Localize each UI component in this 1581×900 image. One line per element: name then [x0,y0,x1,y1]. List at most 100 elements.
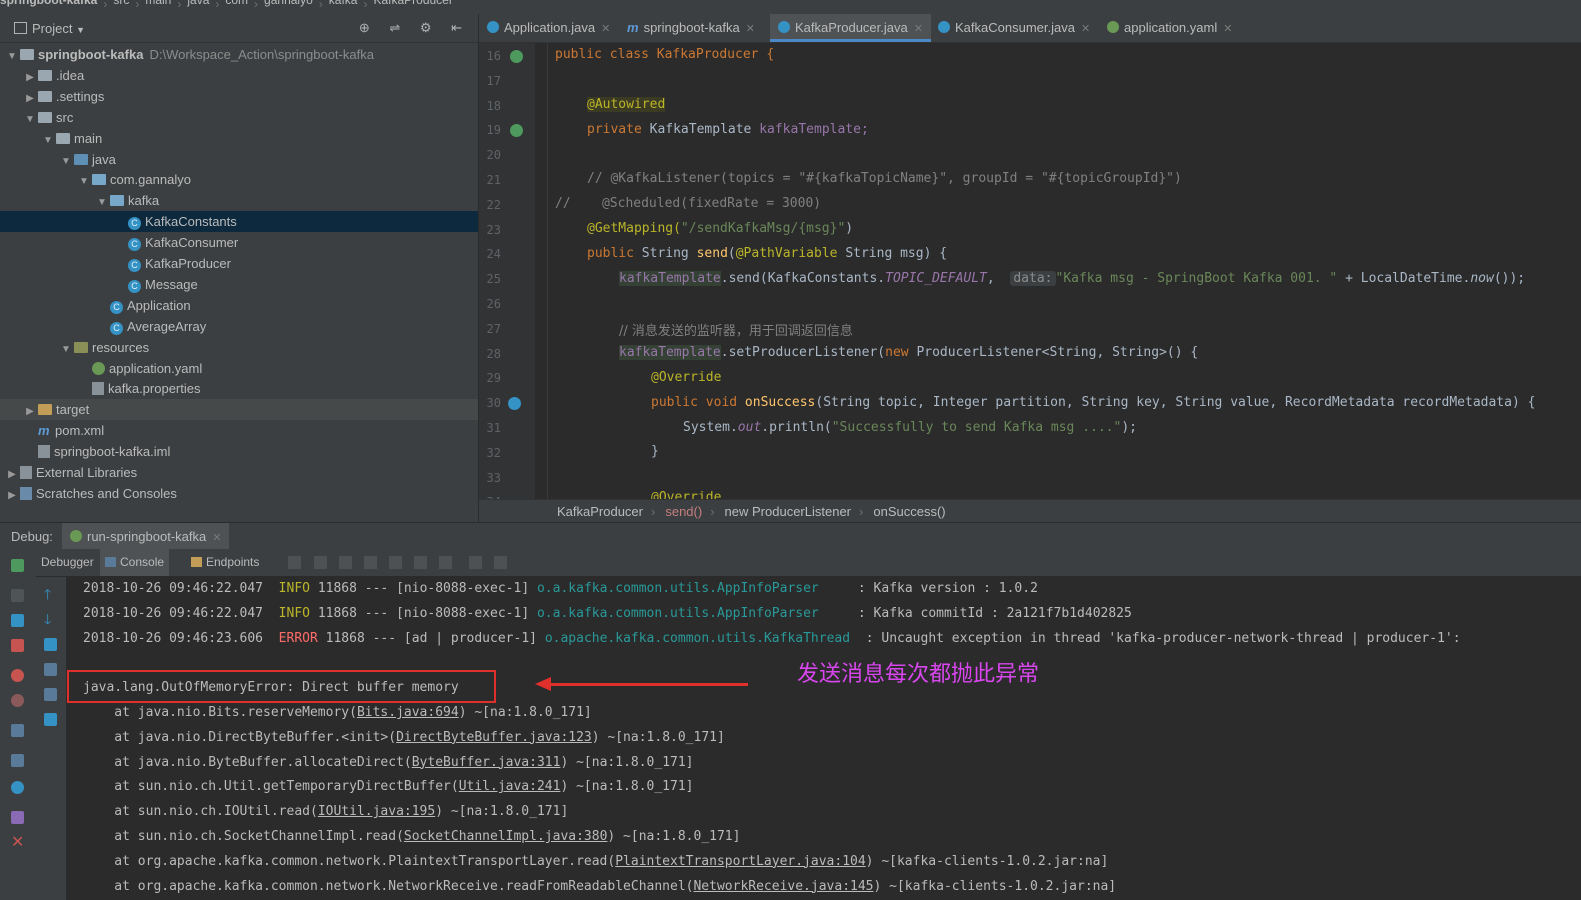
step-button-icon[interactable] [389,556,402,569]
tree-item[interactable]: m pom.xml [0,420,478,441]
up-arrow-icon[interactable]: 🡑 [44,587,57,601]
navbar-item[interactable]: kafka [329,0,358,6]
soft-wrap-icon[interactable] [44,638,57,651]
close-icon[interactable]: ✕ [914,23,923,35]
source-link[interactable]: SocketChannelImpl.java:380 [404,829,608,844]
tree-item[interactable]: C Message [0,274,478,295]
tree-item[interactable]: C Application [0,295,478,316]
tree-item[interactable]: application.yaml [0,358,478,379]
tree-item[interactable]: ▼ springboot-kafka D:\Workspace_Action\spr… [0,44,478,65]
step-button-icon[interactable] [414,556,427,569]
navbar-item[interactable]: KafkaProducer [373,0,452,6]
log-logger[interactable]: o.a.kafka.common.utils.AppInfoParser [537,606,850,621]
source-link[interactable]: Bits.java:694 [357,705,459,720]
rerun-icon[interactable] [11,559,24,572]
tree-item[interactable]: ▼ kafka [0,190,478,211]
print-icon[interactable] [44,688,57,701]
run-config-tab[interactable]: run-springboot-kafka ✕ [62,523,230,550]
navbar-item[interactable]: main [145,0,171,6]
chevron-right-icon[interactable]: ▶ [24,88,36,109]
chevron-down-icon[interactable]: ▼ [60,339,72,360]
override-gutter-icon[interactable] [508,397,521,411]
log-logger[interactable]: o.a.kafka.common.utils.AppInfoParser [537,581,850,596]
source-link[interactable]: PlaintextTransportLayer.java:104 [615,854,865,869]
close-icon[interactable]: ✕ [1081,23,1090,35]
step-button-icon[interactable] [494,556,507,569]
close-icon[interactable]: ✕ [1223,23,1232,35]
pin-icon[interactable] [11,811,24,824]
console-output[interactable]: 2018-10-26 09:46:22.047 INFO 11868 --- [… [67,577,1581,900]
down-arrow-icon[interactable]: 🡓 [44,612,57,626]
tree-item[interactable]: ▶ .idea [0,65,478,86]
project-panel-tools[interactable]: ⊕ ⇌ ⚙ ⇤ [359,20,470,36]
pause-icon[interactable] [11,614,24,627]
tree-item[interactable]: C KafkaProducer [0,253,478,274]
step-button-icon[interactable] [314,556,327,569]
tree-item[interactable]: ▶ Scratches and Consoles [0,483,478,504]
chevron-down-icon[interactable]: ▼ [6,46,18,67]
navbar-item[interactable]: springboot-kafka [0,0,97,6]
chevron-right-icon[interactable]: ▶ [24,67,36,88]
source-link[interactable]: DirectByteBuffer.java:123 [396,730,592,745]
tree-item[interactable]: ▶ .settings [0,86,478,107]
navbar-item[interactable]: java [187,0,209,6]
debug-subtab[interactable]: Debugger [36,549,99,576]
tree-item[interactable]: C KafkaConsumer [0,232,478,253]
log-logger[interactable]: o.apache.kafka.common.utils.KafkaThread [545,631,858,646]
tree-item[interactable]: ▼ src [0,107,478,128]
chevron-down-icon[interactable]: ▼ [24,109,36,130]
breadcrumb-item[interactable]: send() [665,504,702,519]
chevron-right-icon[interactable]: ▶ [6,485,18,506]
source-link[interactable]: IOUtil.java:195 [318,804,435,819]
chevron-down-icon[interactable]: ▼ [96,192,108,213]
project-view-selector[interactable]: Project ▼ [14,21,85,36]
stop-icon[interactable] [11,639,24,652]
breakpoints-icon[interactable] [11,669,24,682]
scroll-to-end-icon[interactable] [44,663,57,676]
step-button-icon[interactable] [469,556,482,569]
layout-icon[interactable] [11,754,24,767]
breadcrumb-item[interactable]: new ProducerListener [725,504,851,519]
tree-item[interactable]: ▼ resources [0,337,478,358]
resume-icon[interactable] [11,589,24,602]
step-button-icon[interactable] [364,556,377,569]
camera-icon[interactable] [11,724,24,737]
chevron-right-icon[interactable]: ▶ [24,401,36,422]
chevron-down-icon[interactable]: ▼ [60,151,72,172]
tree-item[interactable]: ▼ java [0,149,478,170]
mute-breakpoints-icon[interactable] [11,694,24,707]
source-link[interactable]: ByteBuffer.java:311 [412,755,561,770]
editor-scrollbar[interactable] [1568,43,1581,499]
source-link[interactable]: NetworkReceive.java:145 [693,879,873,894]
close-icon[interactable]: ✕ [212,532,221,544]
chevron-down-icon[interactable]: ▼ [42,130,54,151]
source-link[interactable]: Util.java:241 [459,779,561,794]
editor-tab[interactable]: m springboot-kafka ✕ [619,14,763,42]
navbar-item[interactable]: com [225,0,248,6]
chevron-down-icon[interactable]: ▼ [78,171,90,192]
step-button-icon[interactable] [288,556,301,569]
close-icon[interactable]: ✕ [746,23,755,35]
run-gutter-icon[interactable] [510,50,523,63]
breadcrumb-item[interactable]: onSuccess() [873,504,945,519]
chevron-right-icon[interactable]: ▶ [6,464,18,485]
breadcrumb-item[interactable]: KafkaProducer [557,504,643,519]
editor-tab[interactable]: application.yaml ✕ [1099,14,1240,42]
run-gutter-icon[interactable] [510,124,523,138]
navbar-item[interactable]: src [113,0,129,6]
editor-tab[interactable]: KafkaProducer.java ✕ [770,14,931,42]
debug-subtab[interactable]: Endpoints [186,549,264,576]
gear-icon[interactable] [11,781,24,794]
tree-item[interactable]: C AverageArray [0,316,478,337]
editor-tab[interactable]: Application.java ✕ [479,14,618,42]
step-button-icon[interactable] [439,556,452,569]
step-button-icon[interactable] [339,556,352,569]
tree-item[interactable]: ▶ target [0,399,478,422]
navbar-item[interactable]: gannalyo [264,0,313,6]
editor-tab[interactable]: KafkaConsumer.java ✕ [930,14,1098,42]
tree-item[interactable]: ▼ com.gannalyo [0,169,478,190]
tree-item[interactable]: springboot-kafka.iml [0,441,478,462]
tree-item[interactable]: ▼ main [0,128,478,149]
tree-item[interactable]: C KafkaConstants [0,211,478,233]
close-icon[interactable]: ✕ [11,835,24,851]
